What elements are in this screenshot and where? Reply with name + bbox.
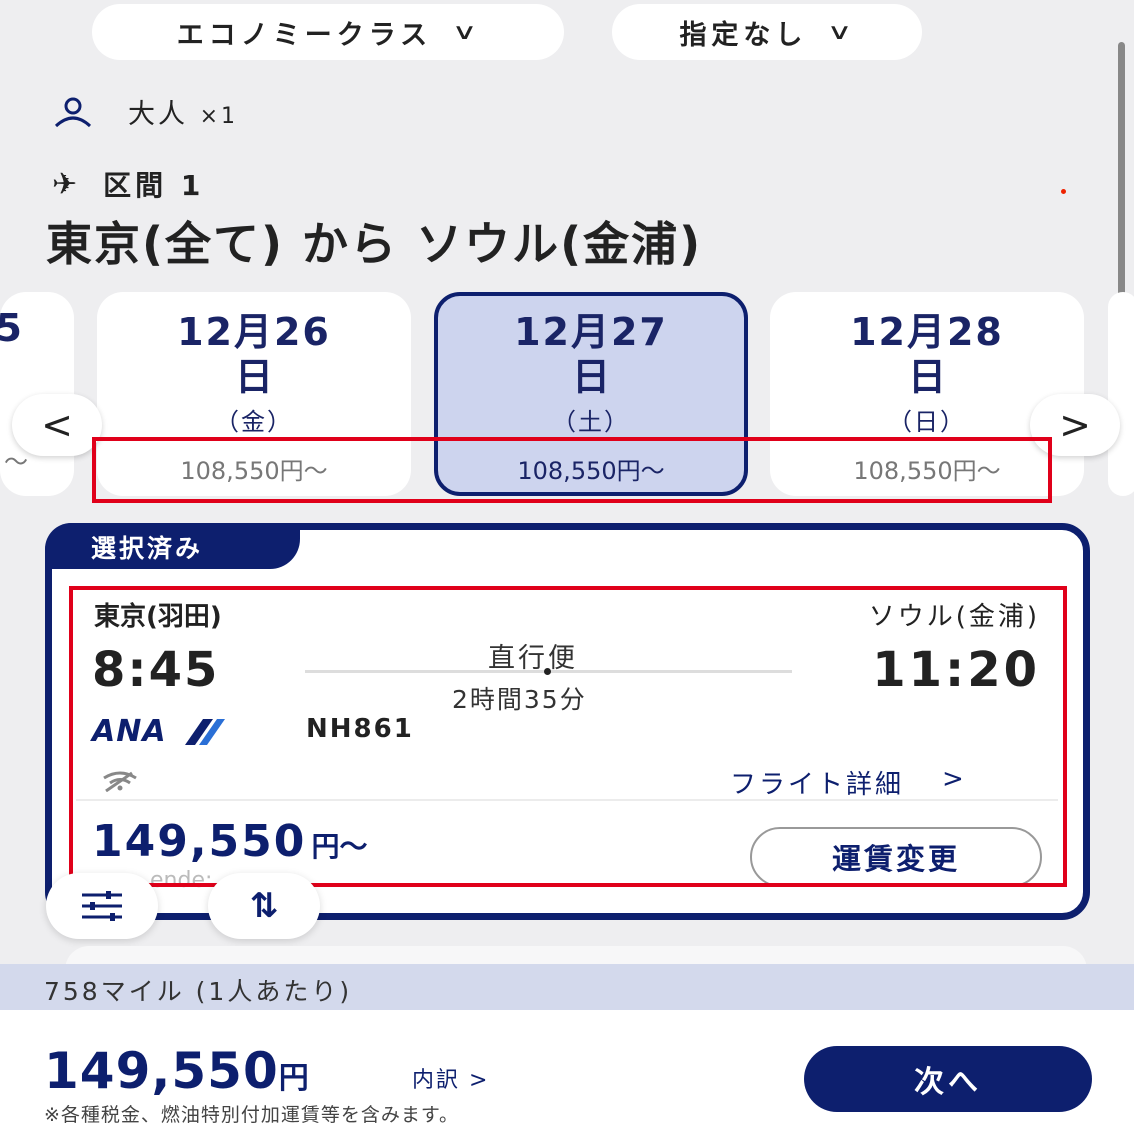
date-card-day: 日 <box>234 355 273 399</box>
chevron-down-icon: ∨ <box>827 19 861 45</box>
date-card-md: 12月27 <box>514 310 668 354</box>
chevron-down-icon: ∨ <box>451 19 486 45</box>
breakdown-link[interactable]: 内訳 > <box>412 1062 489 1094</box>
prev-date-button[interactable]: < <box>12 394 102 456</box>
scrollbar[interactable] <box>1118 42 1125 332</box>
selected-tab-label: 選択済み <box>45 523 300 569</box>
next-button[interactable]: 次へ <box>804 1046 1092 1112</box>
total-amount: 149,550 <box>44 1042 279 1100</box>
total-price: 149,550円 <box>44 1042 310 1100</box>
airplane-icon: ✈ <box>52 166 82 202</box>
date-card-md: 5 <box>0 306 22 350</box>
highlight-box-flight <box>69 586 1067 887</box>
option-dropdown[interactable]: 指定なし ∨ <box>612 4 922 60</box>
person-icon <box>54 97 92 127</box>
segment-label: 区間 1 <box>103 169 205 202</box>
cabin-class-dropdown[interactable]: エコノミークラス ∨ <box>92 4 564 60</box>
highlight-box-prices <box>92 437 1052 503</box>
total-unit: 円 <box>278 1061 310 1096</box>
passenger-summary: 大人 ×1 <box>52 92 238 131</box>
tax-note: ※各種税金、燃油特別付加運賃等を含みます。 <box>44 1104 460 1126</box>
date-card-md: 12月28 <box>850 310 1004 354</box>
filter-button[interactable] <box>46 873 158 939</box>
segment-header: ✈ 区間 1 <box>52 164 204 204</box>
chevron-right-icon: > <box>1059 403 1091 447</box>
sort-button[interactable]: ⇅ <box>208 873 320 939</box>
notification-dot <box>1061 189 1066 194</box>
sort-arrows-icon: ⇅ <box>249 886 279 926</box>
route-title: 東京(全て) から ソウル(金浦) <box>46 217 703 271</box>
date-card-weekday: （金） <box>215 408 293 436</box>
date-card-md: 12月26 <box>177 310 331 354</box>
date-card-day: 日 <box>907 355 946 399</box>
option-label: 指定なし <box>679 19 808 51</box>
date-card-day: 日 <box>571 355 610 399</box>
passenger-count: ×1 <box>199 104 239 129</box>
sliders-icon <box>82 891 122 921</box>
passenger-label: 大人 <box>128 99 188 130</box>
chevron-left-icon: < <box>41 403 73 447</box>
date-card-weekday: （土） <box>552 408 630 436</box>
cabin-class-label: エコノミークラス <box>176 19 433 51</box>
date-card-next[interactable] <box>1108 292 1134 496</box>
miles-info: 758マイル (1人あたり) <box>0 964 1134 1010</box>
